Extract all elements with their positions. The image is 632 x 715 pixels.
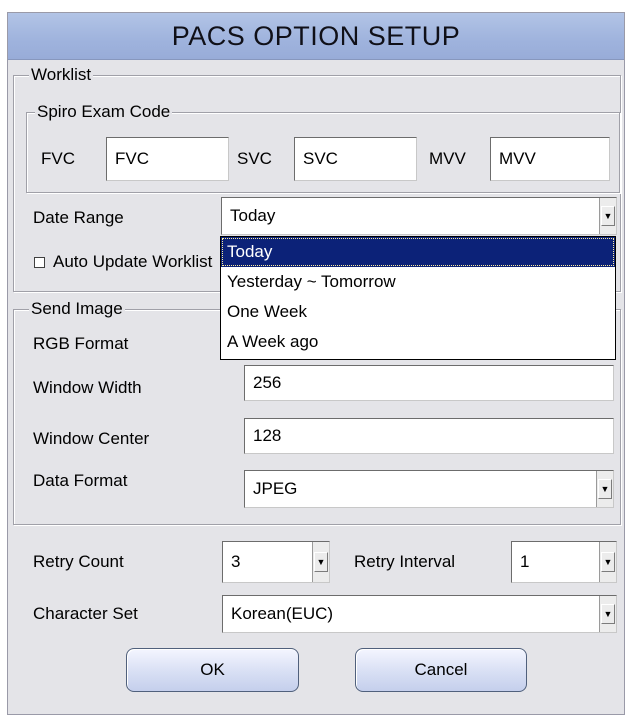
retry-interval-select[interactable]: 1 ▼ [511,541,617,583]
data-format-label: Data Format [33,471,128,490]
fvc-field[interactable]: FVC [106,137,229,181]
data-format-value: JPEG [253,479,298,498]
title-bar: PACS OPTION SETUP [8,13,624,60]
worklist-group-label: Worklist [29,65,94,85]
data-format-select[interactable]: JPEG ▼ [244,470,614,508]
cancel-button-label: Cancel [414,660,468,679]
window-width-field[interactable]: 256 [244,365,614,401]
window-width-value: 256 [253,373,282,392]
window-center-field[interactable]: 128 [244,418,614,454]
chevron-down-icon: ▼ [601,206,615,226]
window-title: PACS OPTION SETUP [171,20,461,51]
mvv-label: MVV [429,149,466,168]
auto-update-checkbox[interactable] [34,257,45,268]
ok-button-label: OK [200,660,225,679]
window-width-label: Window Width [33,378,142,397]
retry-count-value: 3 [231,552,241,571]
retry-interval-label: Retry Interval [354,552,456,571]
date-range-option[interactable]: A Week ago [221,327,615,357]
auto-update-label: Auto Update Worklist [53,252,213,271]
date-range-option[interactable]: One Week [221,297,615,327]
window-center-value: 128 [253,426,282,445]
retry-interval-value: 1 [520,552,530,571]
character-set-label: Character Set [33,604,138,623]
character-set-dropdown-button[interactable]: ▼ [599,596,616,632]
mvv-value: MVV [499,149,536,168]
svc-label: SVC [237,149,272,168]
retry-count-label: Retry Count [33,552,124,571]
date-range-select[interactable]: Today ▼ [221,197,617,235]
character-set-select[interactable]: Korean(EUC) ▼ [222,595,617,633]
data-format-dropdown-button[interactable]: ▼ [596,471,613,507]
date-range-option[interactable]: Yesterday ~ Tomorrow [221,267,615,297]
date-range-label: Date Range [33,208,124,227]
spiro-exam-code-label: Spiro Exam Code [35,102,173,122]
retry-count-dropdown-button[interactable]: ▼ [312,542,329,582]
mvv-field[interactable]: MVV [490,137,610,181]
fvc-value: FVC [115,149,149,168]
chevron-down-icon: ▼ [314,552,328,572]
window-center-label: Window Center [33,429,150,448]
chevron-down-icon: ▼ [598,479,612,499]
date-range-value: Today [230,206,276,225]
send-image-group-label: Send Image [29,299,125,319]
character-set-value: Korean(EUC) [231,604,334,623]
chevron-down-icon: ▼ [601,604,615,624]
cancel-button[interactable]: Cancel [355,648,527,692]
rgb-format-label: RGB Format [33,334,129,353]
pacs-option-dialog: PACS OPTION SETUP Worklist Spiro Exam Co… [7,12,625,715]
svc-field[interactable]: SVC [294,137,417,181]
date-range-dropdown-button[interactable]: ▼ [599,198,616,234]
retry-interval-dropdown-button[interactable]: ▼ [599,542,616,582]
ok-button[interactable]: OK [126,648,299,692]
fvc-label: FVC [41,149,75,168]
chevron-down-icon: ▼ [601,552,615,572]
date-range-option[interactable]: Today [221,237,615,267]
svc-value: SVC [303,149,338,168]
date-range-dropdown-list: Today Yesterday ~ Tomorrow One Week A We… [220,236,616,360]
retry-count-select[interactable]: 3 ▼ [222,541,330,583]
